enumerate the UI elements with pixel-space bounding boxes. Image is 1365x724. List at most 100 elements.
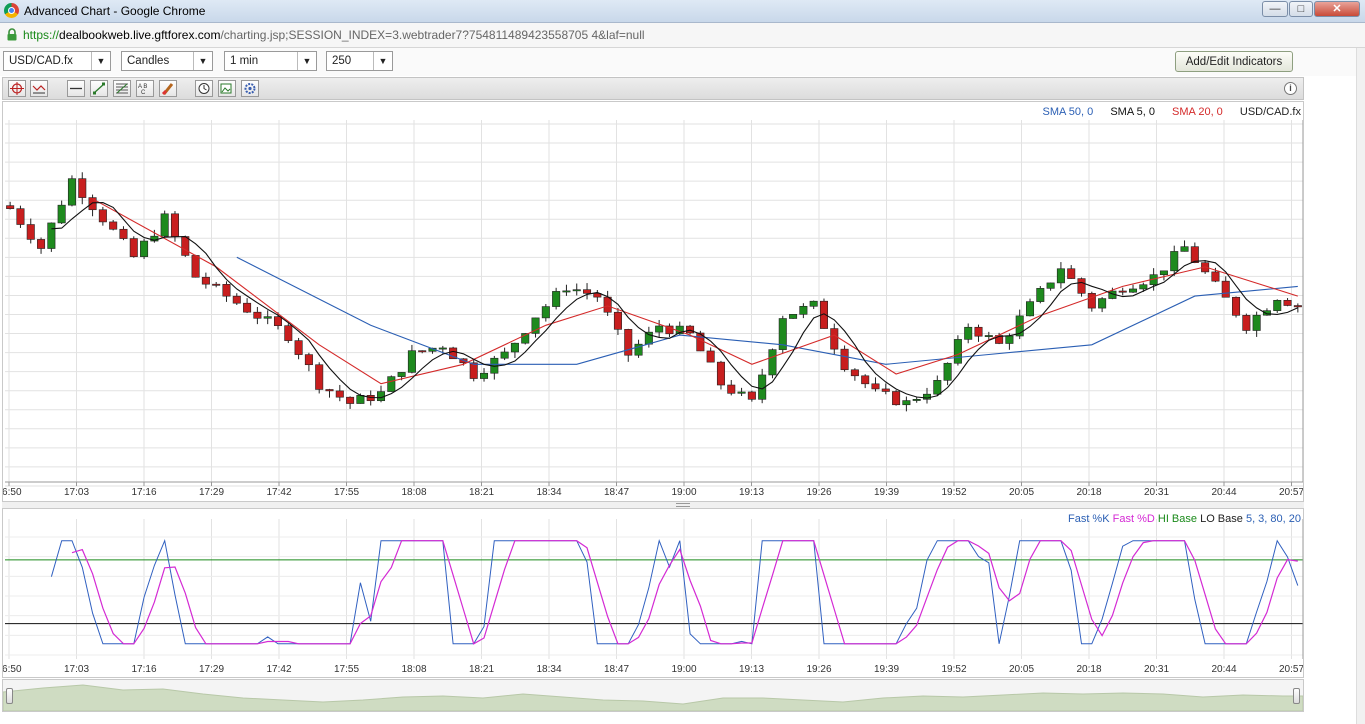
x-tick-label: 20:57 — [1279, 487, 1303, 498]
candle-down — [871, 383, 880, 390]
candle-down — [304, 354, 313, 366]
price-chart-panel[interactable]: 1.053121.052931.052741.052551.052361.052… — [2, 101, 1304, 502]
chevron-down-icon: ▼ — [193, 52, 212, 70]
image-export-icon[interactable] — [218, 80, 236, 97]
symbol-dropdown[interactable]: USD/CAD.fx ▼ — [3, 51, 111, 71]
legend-symbol: USD/CAD.fx — [1239, 106, 1301, 118]
candle-down — [1190, 246, 1199, 263]
chart-type-dropdown[interactable]: Candles ▼ — [121, 51, 213, 71]
url-path: /charting.jsp;SESSION_INDEX=3.webtrader7… — [220, 28, 645, 42]
candle-up — [407, 350, 416, 373]
minimize-button[interactable]: — — [1262, 1, 1288, 17]
x-tick-label: 20:44 — [1211, 487, 1236, 498]
candle-down — [6, 205, 15, 209]
chart-style-icon[interactable] — [30, 80, 48, 97]
candle-down — [830, 328, 839, 350]
candle-up — [572, 289, 581, 292]
url-text[interactable]: https://dealbookweb.live.gftforex.com/ch… — [23, 28, 645, 42]
fast-d-line — [71, 540, 1298, 645]
candle-down — [26, 224, 35, 240]
candle-down — [727, 384, 736, 394]
bars-dropdown[interactable]: 250 ▼ — [326, 51, 393, 71]
osc-x-tick-label: 19:26 — [806, 664, 831, 675]
x-tick-label: 19:26 — [806, 487, 831, 498]
crosshair-icon[interactable] — [8, 80, 26, 97]
candle-down — [98, 209, 107, 223]
eraser-icon[interactable] — [159, 80, 177, 97]
sma20-line — [92, 198, 1298, 385]
osc-x-tick-label: 19:00 — [671, 664, 696, 675]
candle-up — [799, 305, 808, 315]
candle-down — [129, 238, 138, 257]
candle-up — [1098, 298, 1107, 309]
x-tick-label: 16:50 — [3, 487, 22, 498]
trend-line-icon[interactable] — [90, 80, 108, 97]
osc-x-tick-label: 16:50 — [3, 664, 22, 675]
candle-up — [562, 290, 571, 293]
candle-down — [243, 302, 252, 313]
stochastic-svg[interactable]: 101.58364.54627.59-9.5 16:5017:0317:1617… — [3, 509, 1303, 677]
price-legend: SMA 50, 0 SMA 5, 0 SMA 20, 0 USD/CAD.fx — [1043, 106, 1301, 118]
horizontal-line-icon[interactable] — [67, 80, 85, 97]
add-edit-indicators-button[interactable]: Add/Edit Indicators — [1175, 51, 1293, 72]
osc-x-tick-label: 17:03 — [64, 664, 89, 675]
maximize-button[interactable]: □ — [1289, 1, 1313, 17]
candle-down — [603, 296, 612, 313]
price-chart-svg[interactable]: 1.053121.052931.052741.052551.052361.052… — [3, 102, 1303, 501]
navigator-area-svg — [3, 684, 1303, 711]
candle-down — [1232, 296, 1241, 316]
stochastic-x-axis: 16:50 17:03 17:16 17:29 17:42 17:55 18:08 18:21… — [3, 664, 1303, 675]
chart-controls-bar: USD/CAD.fx ▼ Candles ▼ 1 min ▼ 250 ▼ Add… — [0, 48, 1365, 76]
navigator-left-handle[interactable] — [6, 688, 13, 704]
candle-up — [789, 314, 798, 319]
x-tick-label: 19:52 — [941, 487, 966, 498]
fibonacci-icon[interactable] — [113, 80, 131, 97]
candle-down — [1221, 280, 1230, 298]
window-titlebar: Advanced Chart - Google Chrome — □ ✕ — [0, 0, 1365, 23]
candle-up — [1025, 301, 1035, 317]
osc-x-tick-label: 20:05 — [1009, 664, 1034, 675]
candle-up — [1005, 335, 1014, 344]
legend-fast-k: Fast %K — [1067, 513, 1110, 525]
window-title: Advanced Chart - Google Chrome — [24, 4, 206, 18]
osc-x-tick-label: 18:21 — [469, 664, 494, 675]
abc-annotation-icon[interactable]: A BC — [136, 80, 154, 97]
candle-up — [1180, 246, 1189, 252]
stochastic-panel[interactable]: 101.58364.54627.59-9.5 16:5017:0317:1617… — [2, 508, 1304, 678]
time-navigator[interactable] — [2, 679, 1304, 712]
candle-up — [768, 349, 777, 376]
candle-down — [212, 283, 221, 286]
candle-down — [624, 329, 633, 356]
candle-down — [284, 325, 293, 341]
x-tick-label: 19:00 — [671, 487, 696, 498]
candle-up — [953, 339, 962, 364]
clock-icon[interactable] — [195, 80, 213, 97]
close-button[interactable]: ✕ — [1314, 1, 1360, 17]
candle-down — [840, 348, 849, 371]
candle-down — [201, 276, 210, 285]
osc-x-tick-label: 20:44 — [1211, 664, 1236, 675]
divider-grip-icon[interactable] — [676, 503, 690, 507]
candle-up — [500, 351, 509, 359]
candle-up — [809, 300, 818, 307]
candle-down — [974, 326, 983, 337]
chrome-logo-icon — [4, 3, 19, 18]
candle-up — [263, 316, 272, 319]
navigator-right-handle[interactable] — [1293, 688, 1300, 704]
legend-sma5: SMA 5, 0 — [1110, 106, 1155, 118]
lock-icon — [7, 28, 17, 41]
interval-dropdown[interactable]: 1 min ▼ — [224, 51, 317, 71]
x-tick-label: 17:29 — [199, 487, 224, 498]
candle-down — [686, 325, 695, 334]
chevron-down-icon: ▼ — [91, 52, 110, 70]
candle-up — [737, 391, 746, 394]
legend-lo-base: LO Base — [1200, 513, 1243, 525]
info-icon[interactable]: i — [1284, 82, 1297, 95]
settings-icon[interactable] — [241, 80, 259, 97]
address-bar[interactable]: https://dealbookweb.live.gftforex.com/ch… — [0, 23, 1365, 48]
page-scrollbar[interactable] — [1356, 48, 1365, 724]
candle-down — [170, 213, 179, 237]
legend-sma20: SMA 20, 0 — [1172, 106, 1223, 118]
osc-x-tick-label: 17:42 — [266, 664, 291, 675]
x-tick-label: 17:42 — [266, 487, 291, 498]
